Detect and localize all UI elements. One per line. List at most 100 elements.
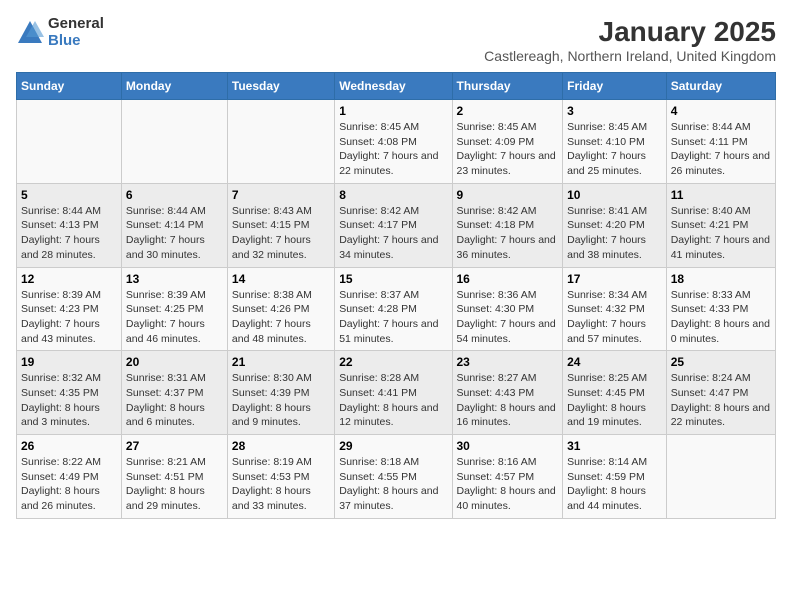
- calendar-cell: 12 Sunrise: 8:39 AM Sunset: 4:23 PM Dayli…: [17, 267, 122, 351]
- week-row-1: 5 Sunrise: 8:44 AM Sunset: 4:13 PM Daylig…: [17, 183, 776, 267]
- calendar-cell: [121, 100, 227, 184]
- day-number: 9: [457, 188, 559, 202]
- day-number: 21: [232, 355, 330, 369]
- calendar-table: SundayMondayTuesdayWednesdayThursdayFrid…: [16, 72, 776, 519]
- calendar-cell: 14 Sunrise: 8:38 AM Sunset: 4:26 PM Dayli…: [227, 267, 334, 351]
- calendar-cell: 31 Sunrise: 8:14 AM Sunset: 4:59 PM Dayli…: [563, 435, 667, 519]
- day-detail: Sunrise: 8:39 AM Sunset: 4:25 PM Dayligh…: [126, 288, 223, 347]
- day-detail: Sunrise: 8:44 AM Sunset: 4:11 PM Dayligh…: [671, 120, 771, 179]
- day-number: 25: [671, 355, 771, 369]
- day-detail: Sunrise: 8:21 AM Sunset: 4:51 PM Dayligh…: [126, 455, 223, 514]
- header-day-monday: Monday: [121, 73, 227, 100]
- day-number: 2: [457, 104, 559, 118]
- week-row-3: 19 Sunrise: 8:32 AM Sunset: 4:35 PM Dayli…: [17, 351, 776, 435]
- day-number: 10: [567, 188, 662, 202]
- calendar-cell: 21 Sunrise: 8:30 AM Sunset: 4:39 PM Dayli…: [227, 351, 334, 435]
- day-number: 1: [339, 104, 447, 118]
- calendar-cell: 6Sunrise: 8:44 AM Sunset: 4:14 PM Daylig…: [121, 183, 227, 267]
- day-detail: Sunrise: 8:16 AM Sunset: 4:57 PM Dayligh…: [457, 455, 559, 514]
- calendar-cell: 20Sunrise: 8:31 AM Sunset: 4:37 PM Dayli…: [121, 351, 227, 435]
- day-number: 24: [567, 355, 662, 369]
- day-detail: Sunrise: 8:43 AM Sunset: 4:15 PM Dayligh…: [232, 204, 330, 263]
- day-detail: Sunrise: 8:41 AM Sunset: 4:20 PM Dayligh…: [567, 204, 662, 263]
- day-number: 11: [671, 188, 771, 202]
- header-day-saturday: Saturday: [666, 73, 775, 100]
- day-number: 31: [567, 439, 662, 453]
- calendar-cell: 30Sunrise: 8:16 AM Sunset: 4:57 PM Dayli…: [452, 435, 563, 519]
- day-detail: Sunrise: 8:44 AM Sunset: 4:13 PM Dayligh…: [21, 204, 117, 263]
- day-detail: Sunrise: 8:33 AM Sunset: 4:33 PM Dayligh…: [671, 288, 771, 347]
- day-number: 16: [457, 272, 559, 286]
- calendar-cell: 13Sunrise: 8:39 AM Sunset: 4:25 PM Dayli…: [121, 267, 227, 351]
- day-number: 23: [457, 355, 559, 369]
- calendar-header: SundayMondayTuesdayWednesdayThursdayFrid…: [17, 73, 776, 100]
- day-detail: Sunrise: 8:45 AM Sunset: 4:10 PM Dayligh…: [567, 120, 662, 179]
- day-number: 4: [671, 104, 771, 118]
- day-detail: Sunrise: 8:18 AM Sunset: 4:55 PM Dayligh…: [339, 455, 447, 514]
- day-detail: Sunrise: 8:39 AM Sunset: 4:23 PM Dayligh…: [21, 288, 117, 347]
- day-detail: Sunrise: 8:31 AM Sunset: 4:37 PM Dayligh…: [126, 371, 223, 430]
- calendar-cell: 22 Sunrise: 8:28 AM Sunset: 4:41 PM Dayli…: [335, 351, 452, 435]
- day-detail: Sunrise: 8:19 AM Sunset: 4:53 PM Dayligh…: [232, 455, 330, 514]
- calendar-cell: 18 Sunrise: 8:33 AM Sunset: 4:33 PM Dayli…: [666, 267, 775, 351]
- title-area: January 2025 Castlereagh, Northern Irela…: [484, 16, 776, 64]
- calendar-cell: 19 Sunrise: 8:32 AM Sunset: 4:35 PM Dayli…: [17, 351, 122, 435]
- calendar-cell: 4 Sunrise: 8:44 AM Sunset: 4:11 PM Daylig…: [666, 100, 775, 184]
- calendar-cell: 26 Sunrise: 8:22 AM Sunset: 4:49 PM Dayli…: [17, 435, 122, 519]
- calendar-cell: 8Sunrise: 8:42 AM Sunset: 4:17 PM Daylig…: [335, 183, 452, 267]
- calendar-cell: 29Sunrise: 8:18 AM Sunset: 4:55 PM Dayli…: [335, 435, 452, 519]
- header-day-thursday: Thursday: [452, 73, 563, 100]
- day-detail: Sunrise: 8:45 AM Sunset: 4:09 PM Dayligh…: [457, 120, 559, 179]
- day-detail: Sunrise: 8:27 AM Sunset: 4:43 PM Dayligh…: [457, 371, 559, 430]
- sub-title: Castlereagh, Northern Ireland, United Ki…: [484, 48, 776, 64]
- header-day-sunday: Sunday: [17, 73, 122, 100]
- day-detail: Sunrise: 8:24 AM Sunset: 4:47 PM Dayligh…: [671, 371, 771, 430]
- calendar-cell: 7 Sunrise: 8:43 AM Sunset: 4:15 PM Daylig…: [227, 183, 334, 267]
- header-day-tuesday: Tuesday: [227, 73, 334, 100]
- day-number: 22: [339, 355, 447, 369]
- day-detail: Sunrise: 8:14 AM Sunset: 4:59 PM Dayligh…: [567, 455, 662, 514]
- calendar-cell: 23 Sunrise: 8:27 AM Sunset: 4:43 PM Dayli…: [452, 351, 563, 435]
- header-day-friday: Friday: [563, 73, 667, 100]
- calendar-cell: 25 Sunrise: 8:24 AM Sunset: 4:47 PM Dayli…: [666, 351, 775, 435]
- day-detail: Sunrise: 8:36 AM Sunset: 4:30 PM Dayligh…: [457, 288, 559, 347]
- day-number: 12: [21, 272, 117, 286]
- header-day-wednesday: Wednesday: [335, 73, 452, 100]
- calendar-cell: [227, 100, 334, 184]
- day-detail: Sunrise: 8:32 AM Sunset: 4:35 PM Dayligh…: [21, 371, 117, 430]
- day-detail: Sunrise: 8:42 AM Sunset: 4:17 PM Dayligh…: [339, 204, 447, 263]
- calendar-cell: 27Sunrise: 8:21 AM Sunset: 4:51 PM Dayli…: [121, 435, 227, 519]
- main-title: January 2025: [484, 16, 776, 48]
- day-number: 6: [126, 188, 223, 202]
- calendar-cell: 10 Sunrise: 8:41 AM Sunset: 4:20 PM Dayli…: [563, 183, 667, 267]
- day-detail: Sunrise: 8:30 AM Sunset: 4:39 PM Dayligh…: [232, 371, 330, 430]
- logo-text: General Blue: [48, 16, 104, 49]
- day-number: 7: [232, 188, 330, 202]
- calendar-cell: 16 Sunrise: 8:36 AM Sunset: 4:30 PM Dayli…: [452, 267, 563, 351]
- day-number: 19: [21, 355, 117, 369]
- week-row-4: 26 Sunrise: 8:22 AM Sunset: 4:49 PM Dayli…: [17, 435, 776, 519]
- day-number: 15: [339, 272, 447, 286]
- day-number: 17: [567, 272, 662, 286]
- day-detail: Sunrise: 8:45 AM Sunset: 4:08 PM Dayligh…: [339, 120, 447, 179]
- day-detail: Sunrise: 8:38 AM Sunset: 4:26 PM Dayligh…: [232, 288, 330, 347]
- day-number: 3: [567, 104, 662, 118]
- calendar-cell: 24Sunrise: 8:25 AM Sunset: 4:45 PM Dayli…: [563, 351, 667, 435]
- day-number: 26: [21, 439, 117, 453]
- logo-general-label: General: [48, 16, 104, 33]
- calendar-cell: 11 Sunrise: 8:40 AM Sunset: 4:21 PM Dayli…: [666, 183, 775, 267]
- day-number: 5: [21, 188, 117, 202]
- day-number: 18: [671, 272, 771, 286]
- day-detail: Sunrise: 8:22 AM Sunset: 4:49 PM Dayligh…: [21, 455, 117, 514]
- logo-blue-label: Blue: [48, 33, 104, 50]
- day-detail: Sunrise: 8:40 AM Sunset: 4:21 PM Dayligh…: [671, 204, 771, 263]
- logo-icon: [16, 19, 44, 47]
- day-detail: Sunrise: 8:28 AM Sunset: 4:41 PM Dayligh…: [339, 371, 447, 430]
- calendar-cell: [666, 435, 775, 519]
- header-row: SundayMondayTuesdayWednesdayThursdayFrid…: [17, 73, 776, 100]
- calendar-cell: 5 Sunrise: 8:44 AM Sunset: 4:13 PM Daylig…: [17, 183, 122, 267]
- calendar-cell: 1 Sunrise: 8:45 AM Sunset: 4:08 PM Daylig…: [335, 100, 452, 184]
- day-detail: Sunrise: 8:42 AM Sunset: 4:18 PM Dayligh…: [457, 204, 559, 263]
- calendar-cell: 28Sunrise: 8:19 AM Sunset: 4:53 PM Dayli…: [227, 435, 334, 519]
- day-number: 14: [232, 272, 330, 286]
